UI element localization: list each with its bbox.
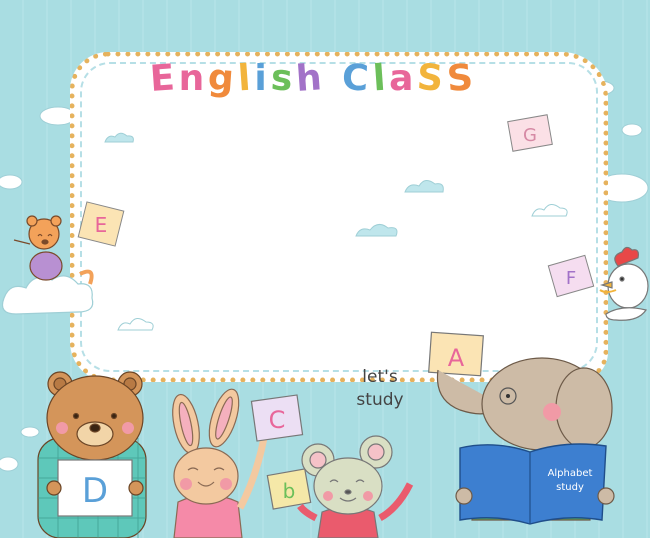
letter-card-f: F: [547, 254, 595, 298]
title-letter: [326, 58, 343, 99]
letter-card-g: G: [507, 114, 553, 152]
card-letter-e: E: [95, 213, 108, 237]
card-letter-b: b: [283, 479, 296, 503]
book-line-1: Alphabet: [548, 468, 593, 479]
letter-card-b: b: [266, 468, 312, 510]
mouse: b: [266, 435, 414, 538]
title-letter: s: [269, 57, 298, 100]
book-line-2: study: [556, 482, 584, 493]
letter-card-a: A: [428, 331, 484, 377]
title-letter: E: [148, 57, 180, 100]
scene: English ClaSS let's study G E F D C b A …: [0, 0, 650, 538]
chicken: F: [547, 246, 649, 321]
subtitle-line-1: let's: [362, 367, 398, 387]
letter-card-e: E: [77, 201, 125, 247]
title-letter: n: [178, 58, 209, 99]
tiger: [13, 215, 94, 285]
title-letter: S: [445, 57, 479, 100]
card-letter-g: G: [523, 125, 537, 146]
cloud: [104, 132, 134, 143]
subtitle-line-2: study: [356, 390, 404, 410]
cloud: [531, 204, 568, 217]
cloud-seat: [1, 275, 94, 315]
title-letter: h: [294, 57, 328, 100]
title-letter: a: [389, 58, 418, 99]
page-title: English ClaSS: [148, 56, 510, 104]
letter-card-d: D: [57, 459, 133, 517]
title-letter: l: [236, 57, 256, 100]
title-letter: S: [415, 57, 449, 100]
bear: D: [37, 371, 147, 538]
elephant: A Alphabet study: [428, 331, 615, 525]
subtitle: let's study: [340, 366, 420, 412]
tiger-on-cloud: E: [1, 201, 125, 315]
title-letter: i: [254, 58, 271, 99]
card-letter-f: F: [566, 268, 576, 289]
book: Alphabet study: [459, 443, 607, 525]
cloud: [404, 180, 444, 193]
title-letter: l: [371, 57, 391, 100]
title-letter: C: [340, 56, 375, 101]
card-letter-d: D: [82, 471, 108, 511]
cloud: [355, 224, 398, 237]
card-letter-a: A: [448, 344, 465, 372]
title-letter: g: [206, 57, 240, 100]
